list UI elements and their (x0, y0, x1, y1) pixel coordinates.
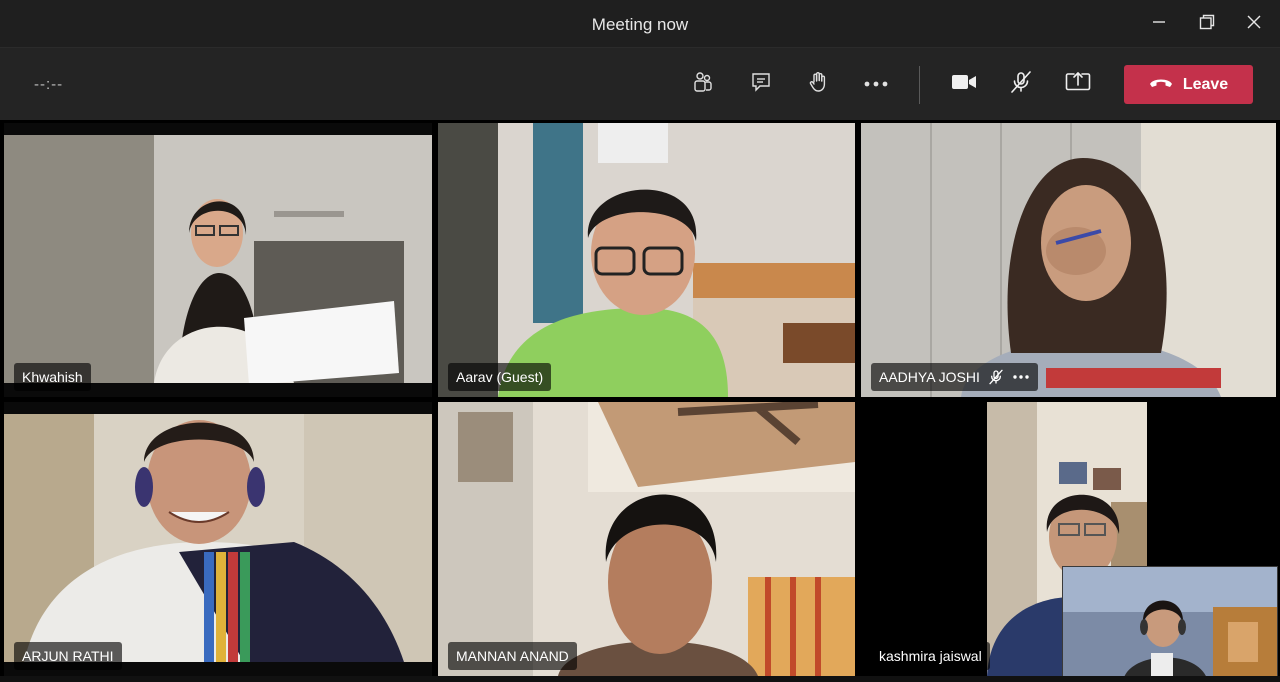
participant-video-tile[interactable]: Khwahish (4, 123, 432, 397)
hand-icon (807, 71, 829, 98)
title-bar: Meeting now (0, 0, 1280, 48)
participant-name: Aarav (Guest) (456, 369, 544, 385)
participant-more-icon[interactable] (1012, 374, 1030, 380)
participant-name: AADHYA JOSHI (879, 369, 980, 385)
participant-name-tag: Khwahish (14, 363, 91, 391)
raise-hand-button[interactable] (798, 64, 838, 104)
participant-name-tag: MANNAN ANAND (448, 642, 577, 670)
participant-video-feed (4, 402, 432, 676)
video-camera-icon (951, 73, 977, 96)
participant-name-tag: AADHYA JOSHI (871, 363, 1038, 391)
more-actions-button[interactable] (856, 64, 896, 104)
participant-name: ARJUN RATHI (22, 648, 114, 664)
self-view-feed (1063, 567, 1277, 679)
participant-name: MANNAN ANAND (456, 648, 569, 664)
close-button[interactable] (1231, 0, 1277, 48)
participant-video-feed (4, 123, 432, 397)
leave-button[interactable]: Leave (1124, 65, 1253, 104)
chat-icon (750, 71, 772, 98)
hang-up-icon (1149, 76, 1173, 94)
mic-muted-icon (1009, 70, 1033, 99)
participant-video-feed (438, 123, 855, 397)
meeting-window: Meeting now --:-- Leave Khwahish Aarav (… (0, 0, 1280, 682)
participant-name: Khwahish (22, 369, 83, 385)
participant-video-tile[interactable]: AADHYA JOSHI (861, 123, 1276, 397)
participant-name: kashmira jaiswal (879, 648, 982, 664)
mic-toggle-button[interactable] (1001, 64, 1041, 104)
window-title: Meeting now (591, 15, 689, 34)
more-icon (863, 75, 889, 93)
share-screen-button[interactable] (1058, 64, 1098, 104)
camera-toggle-button[interactable] (944, 64, 984, 104)
people-icon (692, 71, 714, 98)
participant-video-feed (861, 123, 1276, 397)
participant-video-tile[interactable]: MANNAN ANAND (438, 402, 855, 676)
participant-video-feed (438, 402, 855, 676)
window-bottom-edge (0, 676, 1280, 682)
participant-video-tile[interactable]: ARJUN RATHI (4, 402, 432, 676)
toolbar-divider (919, 66, 920, 104)
share-screen-icon (1065, 71, 1091, 98)
self-view-video[interactable] (1062, 566, 1278, 680)
show-chat-button[interactable] (741, 64, 781, 104)
minimize-button[interactable] (1136, 0, 1182, 48)
close-icon (1247, 15, 1261, 34)
show-participants-button[interactable] (683, 64, 723, 104)
meeting-toolbar: --:-- Leave (0, 48, 1280, 120)
participant-video-tile[interactable]: Aarav (Guest) (438, 123, 855, 397)
restore-button[interactable] (1184, 0, 1230, 48)
meeting-timer: --:-- (34, 76, 64, 93)
minimize-icon (1152, 15, 1166, 34)
leave-label: Leave (1182, 75, 1229, 93)
participant-name-tag: ARJUN RATHI (14, 642, 122, 670)
participant-name-tag: Aarav (Guest) (448, 363, 552, 391)
restore-icon (1199, 14, 1215, 35)
mic-muted-icon (988, 369, 1004, 385)
participant-name-tag: kashmira jaiswal (871, 642, 990, 670)
